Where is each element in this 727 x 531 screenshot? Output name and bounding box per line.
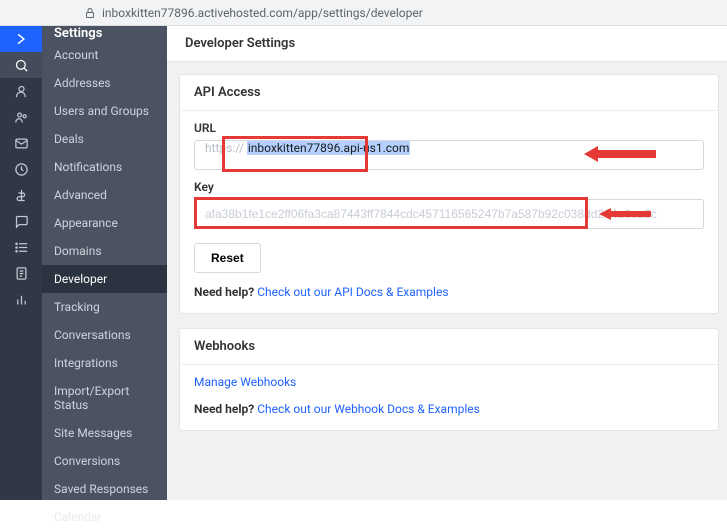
sidebar-item-tracking[interactable]: Tracking bbox=[42, 293, 167, 321]
sidebar-item-conversions[interactable]: Conversions bbox=[42, 447, 167, 475]
icon-rail bbox=[0, 26, 42, 500]
browser-chrome: inboxkitten77896.activehosted.com/app/se… bbox=[0, 0, 727, 26]
api-url-field[interactable]: https:// inboxkitten77896.api-us1.com bbox=[194, 140, 704, 170]
sidebar-item-integrations[interactable]: Integrations bbox=[42, 349, 167, 377]
sidebar-item-domains[interactable]: Domains bbox=[42, 237, 167, 265]
address-bar[interactable]: inboxkitten77896.activehosted.com/app/se… bbox=[84, 6, 423, 20]
sidebar-item-advanced[interactable]: Advanced bbox=[42, 181, 167, 209]
url-prefix: https:// bbox=[205, 141, 244, 155]
group-icon[interactable] bbox=[0, 104, 42, 130]
webhooks-card: Webhooks Manage Webhooks Need help? Chec… bbox=[179, 328, 719, 431]
reload-icon[interactable] bbox=[58, 5, 74, 21]
form-icon[interactable] bbox=[0, 260, 42, 286]
back-icon[interactable] bbox=[6, 5, 22, 21]
sidebar-item-notifications[interactable]: Notifications bbox=[42, 153, 167, 181]
api-access-heading: API Access bbox=[180, 75, 718, 111]
url-text: inboxkitten77896.activehosted.com/app/se… bbox=[102, 6, 423, 20]
key-label: Key bbox=[194, 180, 704, 194]
automation-icon[interactable] bbox=[0, 156, 42, 182]
sidebar-item-addresses[interactable]: Addresses bbox=[42, 69, 167, 97]
forward-icon[interactable] bbox=[32, 5, 48, 21]
list-icon[interactable] bbox=[0, 234, 42, 260]
sidebar-item-conversations[interactable]: Conversations bbox=[42, 321, 167, 349]
help-prefix: Need help? bbox=[194, 285, 257, 299]
settings-sidebar: Settings Account Addresses Users and Gro… bbox=[42, 26, 167, 500]
sidebar-title: Settings bbox=[42, 26, 167, 41]
api-docs-link[interactable]: Check out our API Docs & Examples bbox=[257, 285, 448, 299]
sidebar-item-appearance[interactable]: Appearance bbox=[42, 209, 167, 237]
url-value: inboxkitten77896.api-us1.com bbox=[247, 141, 411, 155]
lock-icon bbox=[84, 7, 96, 19]
reset-button[interactable]: Reset bbox=[194, 243, 261, 273]
main-content: Developer Settings API Access URL https:… bbox=[167, 26, 727, 500]
sidebar-item-calendar[interactable]: Calendar bbox=[42, 503, 167, 531]
help-webhooks: Need help? Check out our Webhook Docs & … bbox=[194, 402, 704, 416]
page-title: Developer Settings bbox=[167, 26, 727, 62]
webhooks-heading: Webhooks bbox=[180, 329, 718, 365]
sidebar-item-importexport[interactable]: Import/Export Status bbox=[42, 377, 167, 419]
api-key-field[interactable] bbox=[194, 199, 704, 229]
url-label: URL bbox=[194, 121, 704, 135]
mail-icon[interactable] bbox=[0, 130, 42, 156]
webhook-docs-link[interactable]: Check out our Webhook Docs & Examples bbox=[257, 402, 480, 416]
deals-icon[interactable] bbox=[0, 182, 42, 208]
sidebar-item-users[interactable]: Users and Groups bbox=[42, 97, 167, 125]
contacts-icon[interactable] bbox=[0, 78, 42, 104]
help-api: Need help? Check out our API Docs & Exam… bbox=[194, 285, 704, 299]
sidebar-item-deals[interactable]: Deals bbox=[42, 125, 167, 153]
help-prefix-wh: Need help? bbox=[194, 402, 257, 416]
sidebar-item-sitemessages[interactable]: Site Messages bbox=[42, 419, 167, 447]
api-access-card: API Access URL https:// inboxkitten77896… bbox=[179, 74, 719, 314]
sidebar-item-developer[interactable]: Developer bbox=[42, 265, 167, 293]
search-icon[interactable] bbox=[0, 52, 42, 78]
app-logo[interactable] bbox=[0, 26, 42, 52]
sidebar-item-account[interactable]: Account bbox=[42, 41, 167, 69]
reports-icon[interactable] bbox=[0, 286, 42, 312]
manage-webhooks-link[interactable]: Manage Webhooks bbox=[194, 375, 296, 389]
chat-icon[interactable] bbox=[0, 208, 42, 234]
sidebar-item-savedresponses[interactable]: Saved Responses bbox=[42, 475, 167, 503]
